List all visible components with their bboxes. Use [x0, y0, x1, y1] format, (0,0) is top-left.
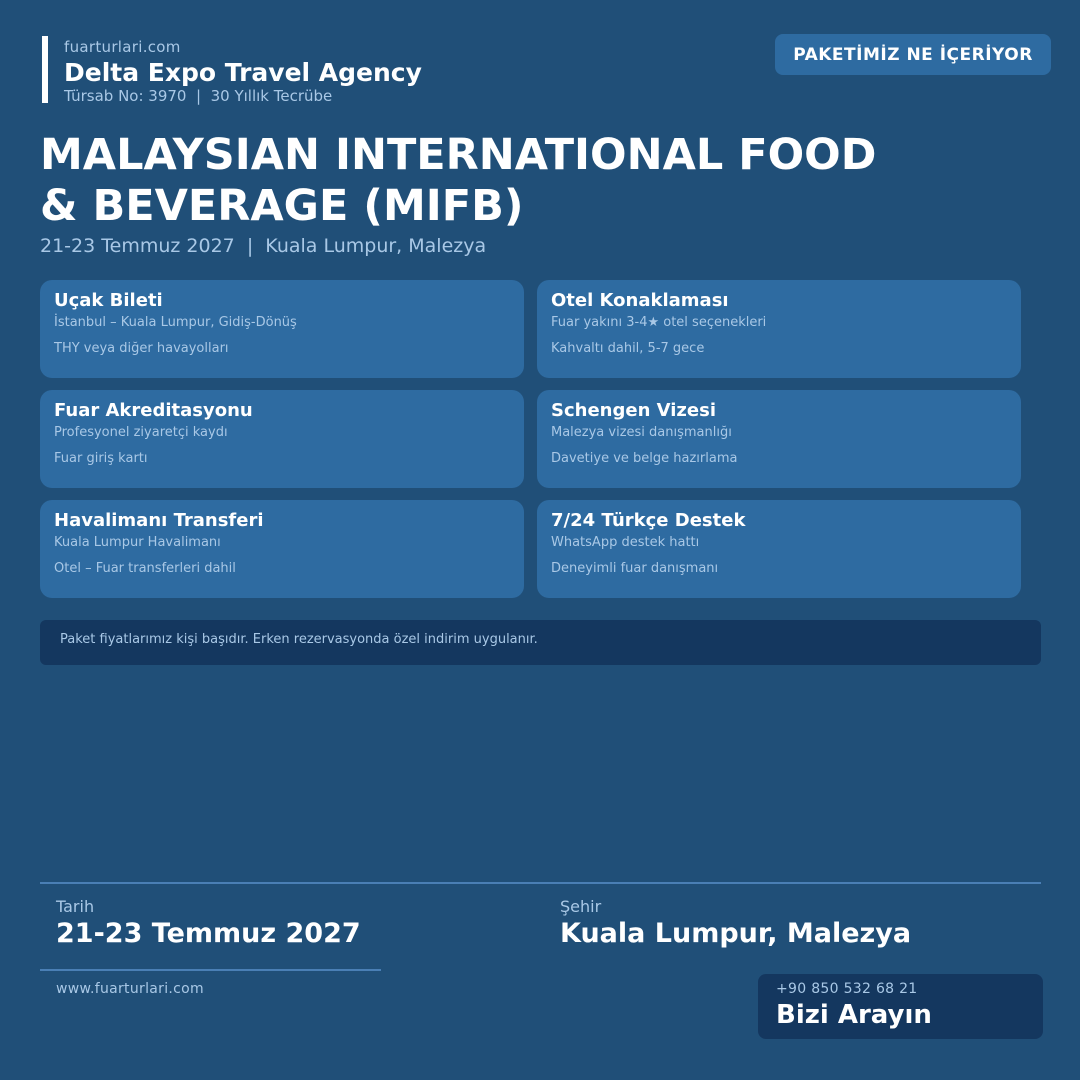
- brand-info: Türsab No: 3970 | 30 Yıllık Tecrübe: [64, 87, 333, 105]
- card-hotel: Otel Konaklaması Fuar yakını 3-4★ otel s…: [537, 280, 1021, 378]
- event-title-line-1: MALAYSIAN INTERNATIONAL FOOD: [40, 130, 877, 180]
- card-detail: Fuar yakını 3-4★ otel seçenekleri: [551, 315, 767, 330]
- website-link[interactable]: www.fuarturlari.com: [56, 981, 204, 997]
- card-title: Otel Konaklaması: [551, 290, 729, 311]
- city-label: Şehir: [560, 897, 602, 916]
- city-value: Kuala Lumpur, Malezya: [560, 918, 912, 949]
- card-support: 7/24 Türkçe Destek WhatsApp destek hattı…: [537, 500, 1021, 598]
- date-label: Tarih: [56, 897, 95, 916]
- card-title: 7/24 Türkçe Destek: [551, 510, 746, 531]
- call-us-label: Bizi Arayın: [776, 1000, 932, 1030]
- event-title: MALAYSIAN INTERNATIONAL FOOD & BEVERAGE …: [40, 130, 940, 232]
- call-us-button[interactable]: +90 850 532 68 21 Bizi Arayın: [758, 974, 1043, 1039]
- card-accreditation: Fuar Akreditasyonu Profesyonel ziyaretçi…: [40, 390, 524, 488]
- card-detail: WhatsApp destek hattı: [551, 535, 700, 550]
- footer-divider: [40, 882, 1041, 884]
- brand-site: fuarturlari.com: [64, 38, 181, 56]
- card-detail: Profesyonel ziyaretçi kaydı: [54, 425, 228, 440]
- card-title: Fuar Akreditasyonu: [54, 400, 253, 421]
- card-detail: THY veya diğer havayolları: [54, 341, 229, 356]
- website-divider: [40, 969, 381, 971]
- brand-name: Delta Expo Travel Agency: [64, 58, 422, 87]
- card-airport-transfer: Havalimanı Transferi Kuala Lumpur Havali…: [40, 500, 524, 598]
- brand-accent-bar: [42, 36, 48, 103]
- package-contents-badge[interactable]: PAKETİMİZ NE İÇERİYOR: [775, 34, 1051, 75]
- phone-number: +90 850 532 68 21: [776, 981, 918, 997]
- card-visa: Schengen Vizesi Malezya vizesi danışmanl…: [537, 390, 1021, 488]
- date-value: 21-23 Temmuz 2027: [56, 918, 361, 949]
- card-detail: Malezya vizesi danışmanlığı: [551, 425, 732, 440]
- card-detail: Kuala Lumpur Havalimanı: [54, 535, 221, 550]
- pricing-note: Paket fiyatlarımız kişi başıdır. Erken r…: [40, 620, 1041, 665]
- card-flight: Uçak Bileti İstanbul – Kuala Lumpur, Gid…: [40, 280, 524, 378]
- card-title: Uçak Bileti: [54, 290, 163, 311]
- card-detail: Fuar giriş kartı: [54, 451, 148, 466]
- card-detail: Otel – Fuar transferleri dahil: [54, 561, 236, 576]
- card-title: Havalimanı Transferi: [54, 510, 264, 531]
- event-title-line-2: & BEVERAGE (MIFB): [40, 181, 524, 231]
- card-detail: Deneyimli fuar danışmanı: [551, 561, 719, 576]
- card-detail: İstanbul – Kuala Lumpur, Gidiş-Dönüş: [54, 315, 297, 330]
- card-detail: Kahvaltı dahil, 5-7 gece: [551, 341, 705, 356]
- card-title: Schengen Vizesi: [551, 400, 716, 421]
- card-detail: Davetiye ve belge hazırlama: [551, 451, 738, 466]
- event-subtitle: 21-23 Temmuz 2027 | Kuala Lumpur, Malezy…: [40, 235, 487, 257]
